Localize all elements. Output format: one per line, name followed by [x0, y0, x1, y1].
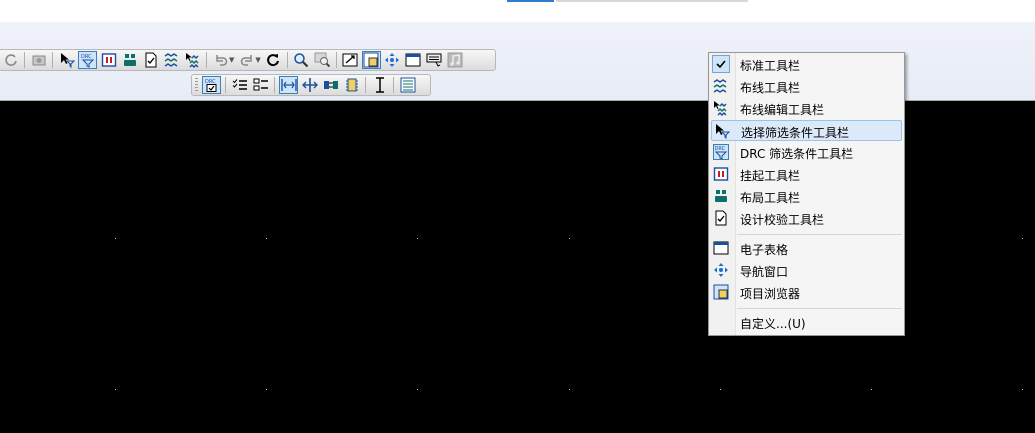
window-icon[interactable]	[341, 51, 360, 69]
drc-check-icon[interactable]: DRC	[202, 76, 221, 94]
list-check-icon[interactable]	[230, 76, 249, 94]
move-cross-icon[interactable]	[300, 76, 319, 94]
grid-dot	[417, 238, 418, 239]
list-icon[interactable]	[251, 76, 270, 94]
grid-dot	[1022, 238, 1023, 239]
distribute-horizontal-icon[interactable]	[279, 76, 298, 94]
menu-item-spreadsheet[interactable]: 电子表格	[711, 238, 902, 259]
menu-item-drc-filter-toolbar[interactable]: DRC DRC 筛选条件工具栏	[711, 142, 902, 163]
checkmark-icon	[712, 55, 730, 73]
menu-item-label: 标准工具栏	[740, 59, 801, 73]
project-browser-icon	[712, 283, 730, 301]
toolbar-separator	[206, 52, 207, 68]
menu-item-layout-toolbar[interactable]: 布局工具栏	[711, 186, 902, 207]
music-icon[interactable]	[446, 51, 465, 69]
menu-item-label: 设计校验工具栏	[740, 213, 825, 227]
drc-filter-icon: DRC	[712, 143, 730, 161]
undo-dropdown-icon[interactable]: ▼	[229, 56, 234, 64]
svg-text:DRC: DRC	[81, 54, 92, 60]
select-filter-icon	[713, 122, 731, 140]
pause-icon[interactable]	[99, 51, 118, 69]
menu-item-design-check-toolbar[interactable]: 设计校验工具栏	[711, 208, 902, 229]
alignment-toolbar: DRC	[191, 74, 431, 96]
grid-dot	[266, 238, 267, 239]
grid-dot	[115, 389, 116, 390]
drc-filter-icon[interactable]: DRC	[78, 51, 97, 69]
redo-dropdown-icon[interactable]: ▼	[255, 56, 260, 64]
chip-icon[interactable]	[342, 76, 361, 94]
toolbar-context-menu: 标准工具栏 布线工具栏 布线编辑工具栏 选择筛选条件工具栏 DRC DRC 筛选…	[708, 52, 905, 336]
menu-item-standard-toolbar[interactable]: 标准工具栏	[711, 54, 902, 75]
grid-dot	[1022, 389, 1023, 390]
vertical-space-icon[interactable]	[370, 76, 389, 94]
toolbar-separator	[225, 77, 226, 93]
grid-dot	[266, 389, 267, 390]
menu-item-navigation-window[interactable]: 导航窗口	[711, 260, 902, 281]
toolbar-separator	[52, 52, 53, 68]
title-bar	[0, 0, 1035, 22]
svg-text:DRC: DRC	[715, 146, 726, 152]
undo-icon[interactable]	[211, 51, 230, 69]
menu-item-label: 布线编辑工具栏	[740, 103, 825, 117]
zoom-icon[interactable]	[292, 51, 311, 69]
menu-item-label: DRC 筛选条件工具栏	[740, 147, 854, 161]
menu-item-routing-edit-toolbar[interactable]: 布线编辑工具栏	[711, 98, 902, 119]
toolbar-separator	[274, 77, 275, 93]
layout-icon	[712, 187, 730, 205]
menu-item-label: 自定义...(U)	[740, 317, 806, 331]
redo-icon[interactable]	[237, 51, 256, 69]
design-check-icon	[712, 209, 730, 227]
menu-item-select-filter-toolbar[interactable]: 选择筛选条件工具栏	[711, 120, 902, 141]
toolbar-separator	[365, 77, 366, 93]
routing-edit-icon[interactable]	[183, 51, 202, 69]
menu-item-label: 挂起工具栏	[740, 169, 801, 183]
select-filter-icon[interactable]	[57, 51, 76, 69]
spreadsheet-icon[interactable]	[404, 51, 423, 69]
menu-item-label: 导航窗口	[740, 265, 789, 279]
grid-dot	[720, 389, 721, 390]
navigation-icon	[712, 261, 730, 279]
refresh-icon[interactable]	[1, 51, 20, 69]
grid-dot	[115, 238, 116, 239]
menu-item-project-browser[interactable]: 项目浏览器	[711, 282, 902, 303]
toolbar-separator	[24, 52, 25, 68]
project-browser-icon[interactable]	[361, 51, 381, 69]
menu-item-label: 电子表格	[740, 243, 789, 257]
toolbar-grip[interactable]	[195, 78, 198, 92]
menu-item-routing-toolbar[interactable]: 布线工具栏	[711, 76, 902, 97]
pause-icon	[712, 165, 730, 183]
toolbar-separator	[393, 77, 394, 93]
toolbar-separator	[286, 52, 288, 68]
properties-icon[interactable]	[398, 76, 417, 94]
zoom-area-icon[interactable]	[313, 51, 332, 69]
grid-dot	[569, 238, 570, 239]
menu-item-label: 选择筛选条件工具栏	[741, 126, 850, 140]
design-check-icon[interactable]	[141, 51, 160, 69]
menu-item-label: 布局工具栏	[740, 191, 801, 205]
rotate-icon[interactable]	[264, 51, 283, 69]
menu-item-pause-toolbar[interactable]: 挂起工具栏	[711, 164, 902, 185]
menu-separator	[737, 308, 902, 309]
navigation-icon[interactable]	[383, 51, 402, 69]
grid-dot	[569, 389, 570, 390]
toolbar-separator	[335, 52, 337, 68]
tab-strip[interactable]	[556, 0, 748, 2]
grid-dot	[871, 389, 872, 390]
spreadsheet-icon	[712, 239, 730, 257]
routing-edit-icon	[712, 99, 730, 117]
swap-icon[interactable]	[321, 76, 340, 94]
menu-item-customize[interactable]: 自定义...(U)	[711, 312, 902, 333]
routing-icon[interactable]	[162, 51, 181, 69]
routing-icon	[712, 77, 730, 95]
layout-icon[interactable]	[120, 51, 139, 69]
standard-toolbar: DRC ▼ ▼	[0, 49, 496, 71]
menu-item-label: 布线工具栏	[740, 81, 801, 95]
grid-dot	[417, 389, 418, 390]
camera-icon[interactable]	[29, 51, 48, 69]
keyboard-icon[interactable]	[425, 51, 444, 69]
menu-item-label: 项目浏览器	[740, 287, 801, 301]
active-tab-indicator[interactable]	[507, 0, 554, 2]
menu-separator	[737, 234, 902, 235]
